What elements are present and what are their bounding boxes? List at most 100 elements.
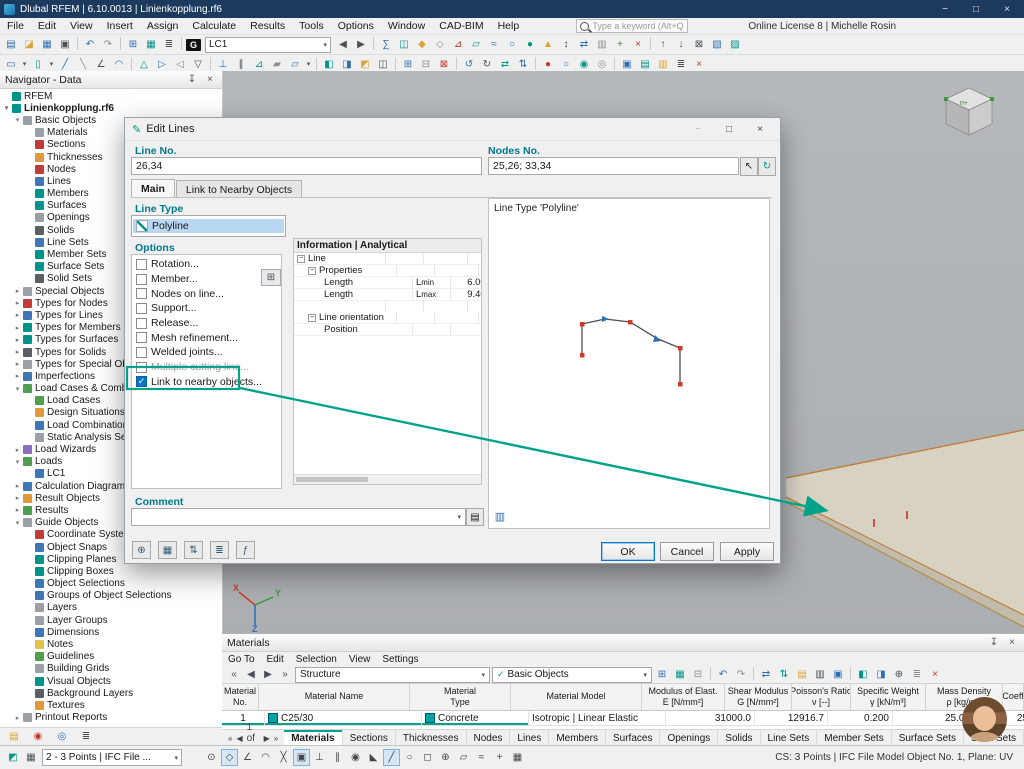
toolbar-button[interactable]: ▣ bbox=[830, 667, 846, 682]
toolbar-button[interactable] bbox=[316, 57, 317, 70]
checkbox-icon[interactable] bbox=[136, 274, 147, 285]
toolbar-button[interactable]: ● bbox=[522, 37, 538, 52]
table-cell[interactable]: 12916.7 bbox=[755, 711, 828, 725]
snap-toggle[interactable]: ⊙ bbox=[203, 749, 220, 766]
toolbar-button[interactable] bbox=[181, 37, 182, 50]
keyword-search-input[interactable]: Type a keyword (Alt+Q) bbox=[576, 19, 688, 33]
toolbar-button[interactable]: × bbox=[691, 57, 707, 72]
toolbar-button[interactable]: ▦ bbox=[672, 667, 688, 682]
navigator-footer-button[interactable]: ▤ bbox=[6, 729, 22, 744]
close-icon[interactable]: × bbox=[203, 74, 217, 85]
toolbar-button[interactable]: ▱ bbox=[287, 57, 303, 72]
transfer-button[interactable]: ▥ bbox=[492, 509, 508, 523]
navigator-footer-button[interactable]: ≣ bbox=[78, 729, 94, 744]
toolbar-button[interactable] bbox=[850, 667, 851, 680]
toolbar-button[interactable]: + bbox=[612, 37, 628, 52]
toolbar-button[interactable]: ∑ bbox=[378, 37, 394, 52]
snap-toggle[interactable]: ▱ bbox=[455, 749, 472, 766]
column-header[interactable]: Material No. bbox=[222, 684, 259, 710]
snap-toggle[interactable]: ⊥ bbox=[311, 749, 328, 766]
table-row[interactable]: 1 C25/30 Concrete Isotropic | Linear Ela… bbox=[222, 711, 1024, 726]
expander-icon[interactable]: ▸ bbox=[13, 336, 22, 344]
toolbar-button[interactable]: ⊟ bbox=[418, 57, 434, 72]
pin-icon[interactable]: ↧ bbox=[185, 74, 199, 85]
expander-icon[interactable]: ▸ bbox=[13, 506, 22, 514]
column-header[interactable]: Specific Weight γ [kN/m³] bbox=[851, 684, 926, 710]
line-no-input[interactable]: 26,34 bbox=[131, 157, 482, 175]
option-checkbox[interactable]: Mesh refinement... bbox=[132, 330, 281, 345]
toolbar-button[interactable]: ○ bbox=[558, 57, 574, 72]
toolbar-button[interactable]: ▥ bbox=[812, 667, 828, 682]
toolbar-button[interactable]: ≣ bbox=[673, 57, 689, 72]
menu-item[interactable]: View bbox=[343, 654, 377, 665]
toolbar-button[interactable]: ▥ bbox=[655, 57, 671, 72]
info-row[interactable]: −Line orientation bbox=[294, 312, 481, 324]
column-header[interactable]: Material Type bbox=[410, 684, 511, 710]
dialog-tool-button[interactable]: ▦ bbox=[158, 541, 177, 559]
option-checkbox[interactable]: Rotation... bbox=[132, 257, 281, 272]
tree-item[interactable]: Groups of Object Selections bbox=[0, 590, 222, 602]
tree-item[interactable]: Guidelines bbox=[0, 651, 222, 663]
table-tab[interactable]: Members bbox=[549, 730, 606, 746]
snap-toggle[interactable]: ◣ bbox=[365, 749, 382, 766]
pick-nodes-button[interactable]: ↖ bbox=[740, 157, 758, 176]
toolbar-button[interactable]: ▦ bbox=[143, 37, 159, 52]
table-tab[interactable]: Member Sets bbox=[817, 730, 891, 746]
toolbar-button[interactable]: ▽ bbox=[190, 57, 206, 72]
column-header[interactable]: Material Name bbox=[259, 684, 410, 710]
info-row[interactable]: − bbox=[294, 301, 481, 312]
toolbar-button[interactable]: ≣ bbox=[161, 37, 177, 52]
collapse-icon[interactable]: − bbox=[297, 255, 305, 263]
table-cell[interactable]: Concrete bbox=[422, 711, 529, 725]
scrollbar-thumb[interactable] bbox=[296, 477, 368, 482]
checkbox-icon[interactable] bbox=[136, 318, 147, 329]
toolbar-button[interactable]: ◨ bbox=[339, 57, 355, 72]
toolbar-button[interactable]: ⇄ bbox=[576, 37, 592, 52]
table-tab[interactable]: Line Sets bbox=[761, 730, 818, 746]
expander-icon[interactable]: ▸ bbox=[13, 287, 22, 295]
collapse-icon[interactable]: − bbox=[308, 314, 316, 322]
table-cell[interactable]: Isotropic | Linear Elastic bbox=[529, 711, 666, 725]
expander-icon[interactable]: ▸ bbox=[13, 494, 22, 502]
toolbar-button[interactable]: ▤ bbox=[637, 57, 653, 72]
expander-icon[interactable]: ▸ bbox=[13, 299, 22, 307]
tree-item[interactable]: Visual Objects bbox=[0, 675, 222, 687]
info-row[interactable]: −Properties bbox=[294, 265, 481, 277]
toolbar-button[interactable]: ▤ bbox=[3, 37, 19, 52]
toolbar-button[interactable]: ▦ bbox=[39, 37, 55, 52]
toolbar-button[interactable]: ⇄ bbox=[758, 667, 774, 682]
toolbar-button[interactable]: ⇅ bbox=[776, 667, 792, 682]
toolbar-button[interactable] bbox=[710, 667, 711, 680]
toolbar-button[interactable]: ◆ bbox=[414, 37, 430, 52]
toolbar-button[interactable]: ⊿ bbox=[450, 37, 466, 52]
toolbar-button[interactable] bbox=[373, 37, 374, 50]
dialog-tool-button[interactable]: ≣ bbox=[210, 541, 229, 559]
expander-icon[interactable]: ▸ bbox=[13, 714, 22, 722]
snap-toggle[interactable]: + bbox=[491, 749, 508, 766]
comment-edit-button[interactable]: ▤ bbox=[466, 508, 484, 526]
status-button[interactable]: ◩ bbox=[5, 750, 21, 765]
toolbar-button[interactable]: ● bbox=[540, 57, 556, 72]
toolbar-button[interactable]: ↺ bbox=[461, 57, 477, 72]
toolbar-button[interactable]: × bbox=[927, 667, 943, 682]
toolbar-button[interactable]: ↑ bbox=[655, 37, 671, 52]
sync-nodes-button[interactable]: ↻ bbox=[758, 157, 776, 176]
toolbar-button[interactable]: △ bbox=[136, 57, 152, 72]
expander-icon[interactable]: ▸ bbox=[13, 348, 22, 356]
toolbar-button[interactable] bbox=[650, 37, 651, 50]
expander-icon[interactable]: ▾ bbox=[13, 385, 22, 393]
checkbox-icon[interactable] bbox=[136, 376, 147, 387]
toolbar-button[interactable]: ∠ bbox=[93, 57, 109, 72]
table-tab[interactable]: Lines bbox=[510, 730, 549, 746]
checkbox-icon[interactable] bbox=[136, 347, 147, 358]
toolbar-button[interactable]: ◫ bbox=[396, 37, 412, 52]
toolbar-button[interactable]: ◨ bbox=[873, 667, 889, 682]
toolbar-button[interactable]: ▱ bbox=[468, 37, 484, 52]
column-header[interactable]: Shear Modulus G [N/mm²] bbox=[725, 684, 792, 710]
table-nav-button[interactable]: ▶ bbox=[260, 667, 276, 682]
toolbar-button[interactable]: ◉ bbox=[576, 57, 592, 72]
tree-item[interactable]: RFEM bbox=[0, 90, 222, 102]
line-type-combo[interactable]: Polyline bbox=[131, 215, 286, 237]
toolbar-button[interactable]: ▭ bbox=[3, 57, 19, 72]
expander-icon[interactable]: ▾ bbox=[2, 104, 11, 112]
